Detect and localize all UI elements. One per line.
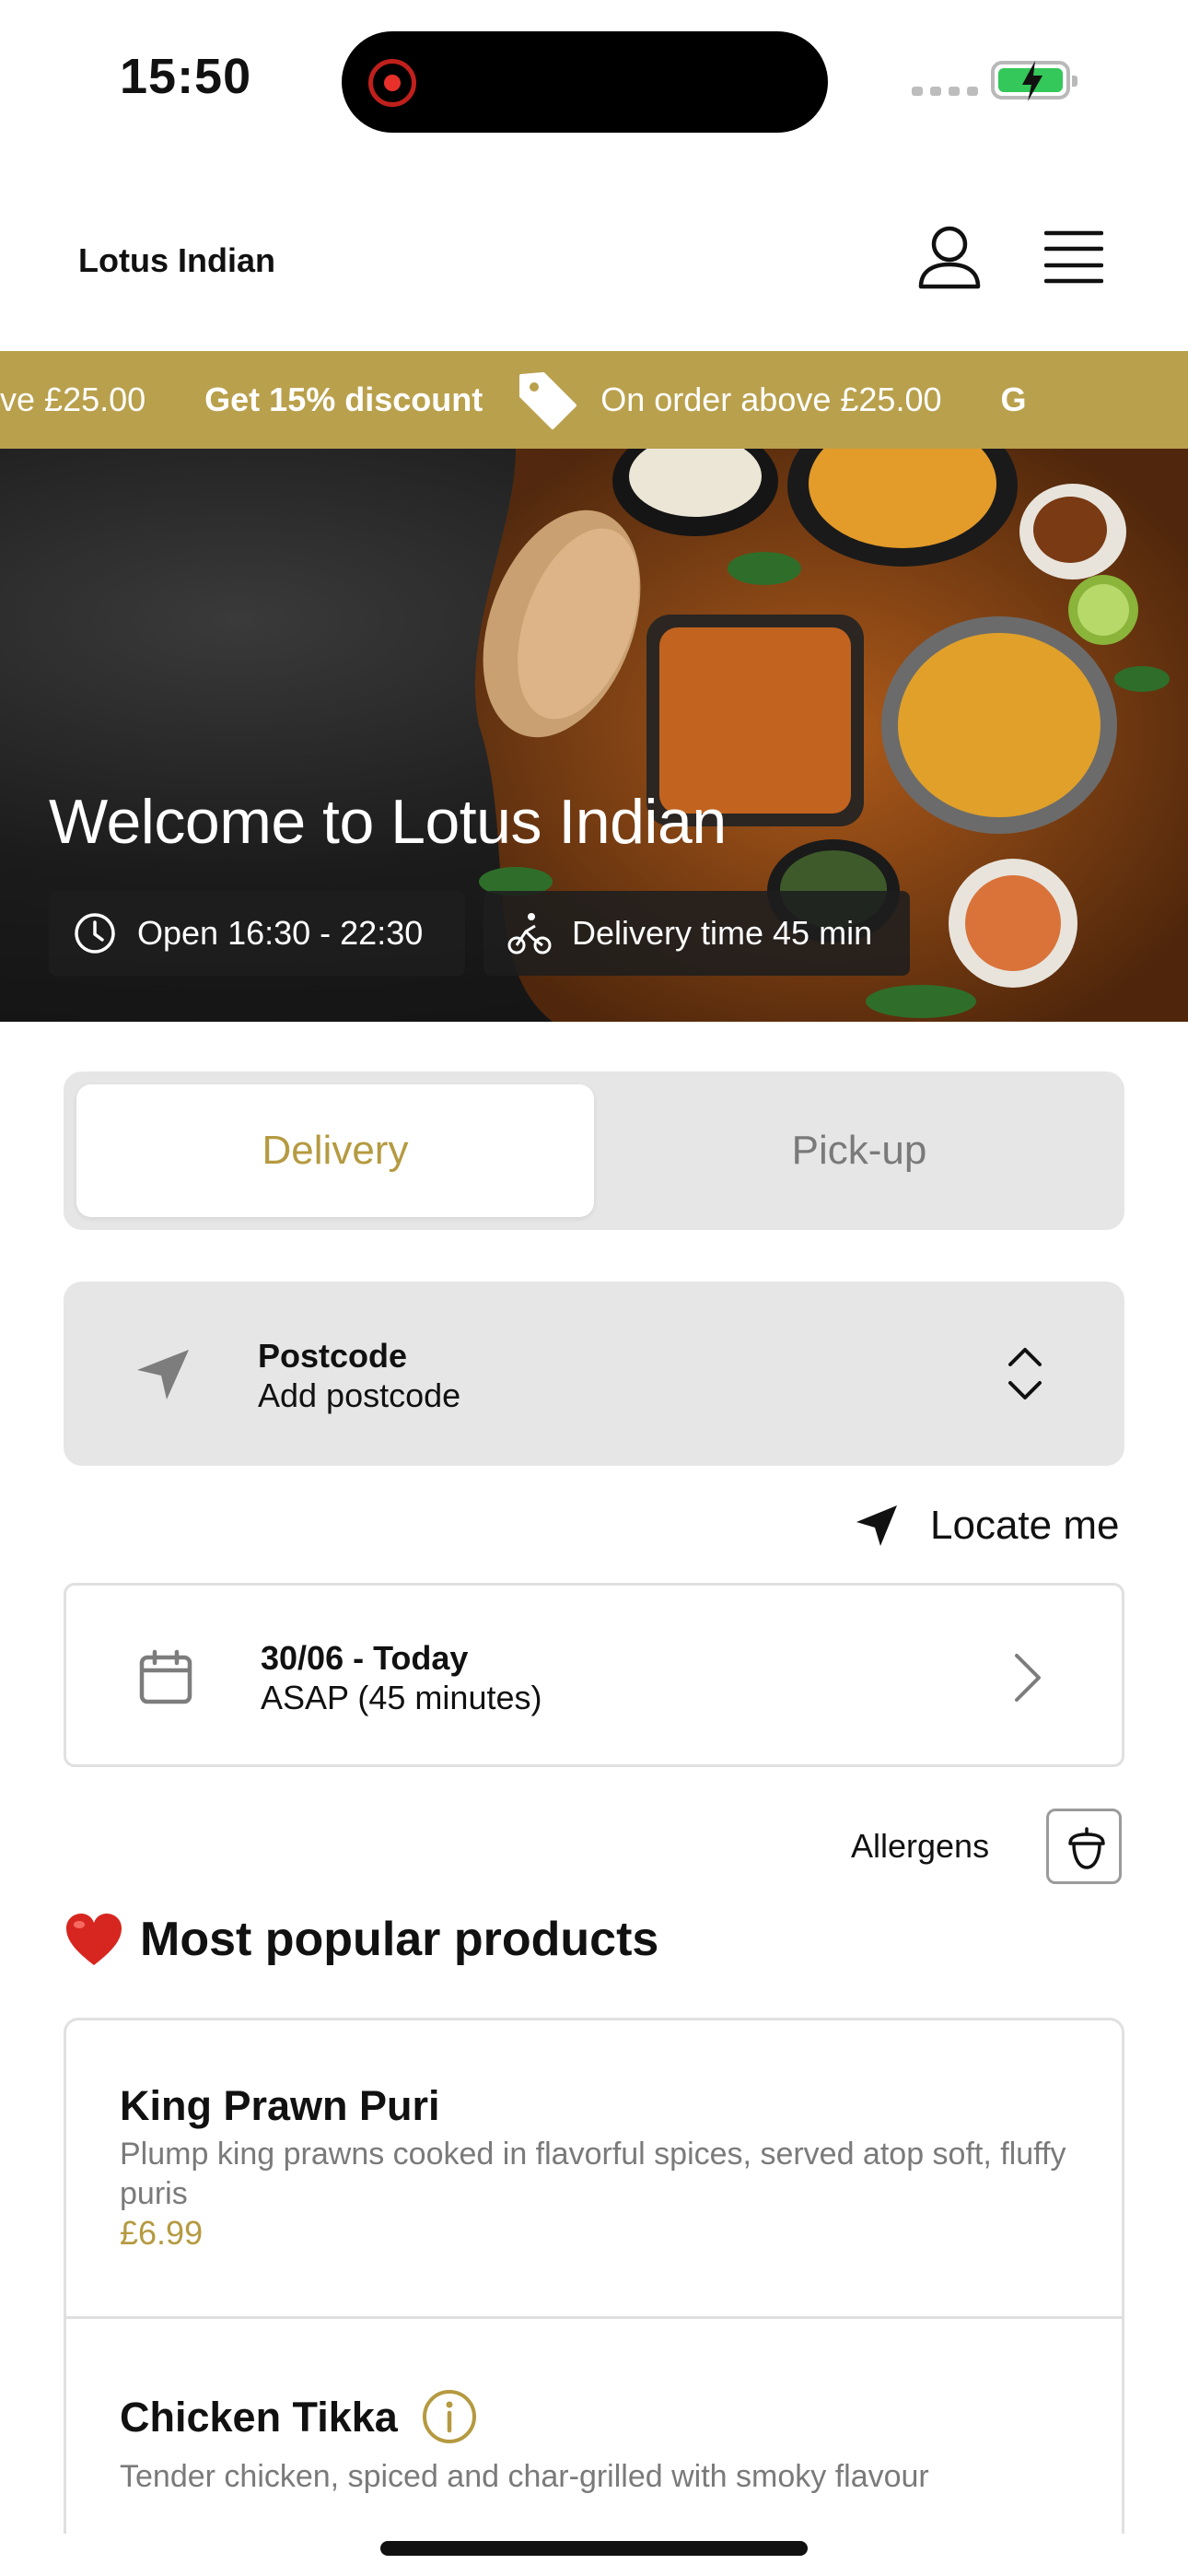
pickup-tab[interactable]: Pick-up — [607, 1084, 1112, 1217]
promo-condition: On order above £25.00 — [600, 381, 942, 418]
chevron-right-icon — [1015, 1654, 1041, 1702]
tag-icon — [519, 372, 577, 429]
allergens-label[interactable]: Allergens — [851, 1827, 989, 1866]
delivery-time-chip: Delivery time 45 min — [483, 891, 910, 976]
status-time: 15:50 — [120, 49, 252, 104]
app-screen: 15:50 Lotus Indian ove £25.00 Get 15% di… — [0, 0, 1188, 2576]
allergens-button[interactable] — [1046, 1809, 1122, 1884]
locate-me-label: Locate me — [930, 1503, 1120, 1548]
opening-hours-text: Open 16:30 - 22:30 — [137, 914, 424, 952]
postcode-value: Add postcode — [258, 1376, 461, 1414]
postcode-selector[interactable]: Postcode Add postcode — [64, 1282, 1124, 1466]
brand-name[interactable]: Lotus Indian — [78, 241, 275, 280]
product-name: King Prawn Puri — [120, 2082, 440, 2129]
product-description: Plump king prawns cooked in flavorful sp… — [120, 2137, 1066, 2211]
product-card[interactable]: Chicken Tikka Tender chicken, spiced and… — [66, 2322, 1122, 2534]
promo-banner: ove £25.00 Get 15% discount On order abo… — [0, 351, 1188, 449]
acorn-icon — [1068, 1827, 1105, 1869]
order-mode-toggle: Delivery Pick-up — [64, 1071, 1124, 1230]
promo-discount: Get 15% discount — [204, 381, 483, 418]
clock-icon — [75, 913, 115, 954]
hero-banner: Welcome to Lotus Indian Open 16:30 - 22:… — [0, 449, 1188, 1022]
signal-icon — [912, 87, 978, 96]
locate-arrow-icon — [856, 1505, 897, 1546]
product-name: Chicken Tikka — [120, 2394, 398, 2441]
most-popular-heading: Most popular products — [64, 1905, 658, 1973]
opening-hours-chip: Open 16:30 - 22:30 — [49, 891, 465, 976]
home-indicator[interactable] — [380, 2541, 808, 2556]
promo-fragment-left: ove £25.00 — [0, 381, 146, 418]
battery-icon — [991, 61, 1077, 101]
cyclist-icon — [507, 913, 552, 954]
info-icon[interactable] — [421, 2388, 478, 2445]
delivery-time-text: Delivery time 45 min — [572, 914, 873, 952]
schedule-time: ASAP (45 minutes) — [261, 1679, 542, 1716]
product-card[interactable]: King Prawn Puri Plump king prawns cooked… — [66, 2020, 1122, 2319]
hero-title: Welcome to Lotus Indian — [49, 787, 727, 857]
schedule-date: 30/06 - Today — [261, 1639, 469, 1677]
most-popular-title: Most popular products — [140, 1913, 659, 1966]
postcode-label: Postcode — [258, 1337, 408, 1375]
product-description: Tender chicken, spiced and char-grilled … — [120, 2459, 929, 2494]
dynamic-island — [342, 31, 828, 133]
delivery-tab[interactable]: Delivery — [76, 1084, 594, 1217]
product-list: King Prawn Puri Plump king prawns cooked… — [64, 2018, 1124, 2534]
schedule-selector[interactable]: 30/06 - Today ASAP (45 minutes) — [64, 1583, 1124, 1767]
up-down-chevron-icon — [1008, 1348, 1042, 1399]
calendar-icon — [139, 1649, 192, 1704]
promo-fragment-right: G — [1000, 381, 1027, 418]
menu-icon[interactable] — [1044, 230, 1103, 284]
user-icon[interactable] — [917, 224, 982, 290]
locate-me-button[interactable]: Locate me — [855, 1500, 1119, 1551]
record-icon — [368, 59, 416, 107]
heart-icon — [66, 1914, 122, 1965]
product-price: £6.99 — [120, 2214, 204, 2252]
navigation-arrow-icon — [137, 1350, 189, 1399]
